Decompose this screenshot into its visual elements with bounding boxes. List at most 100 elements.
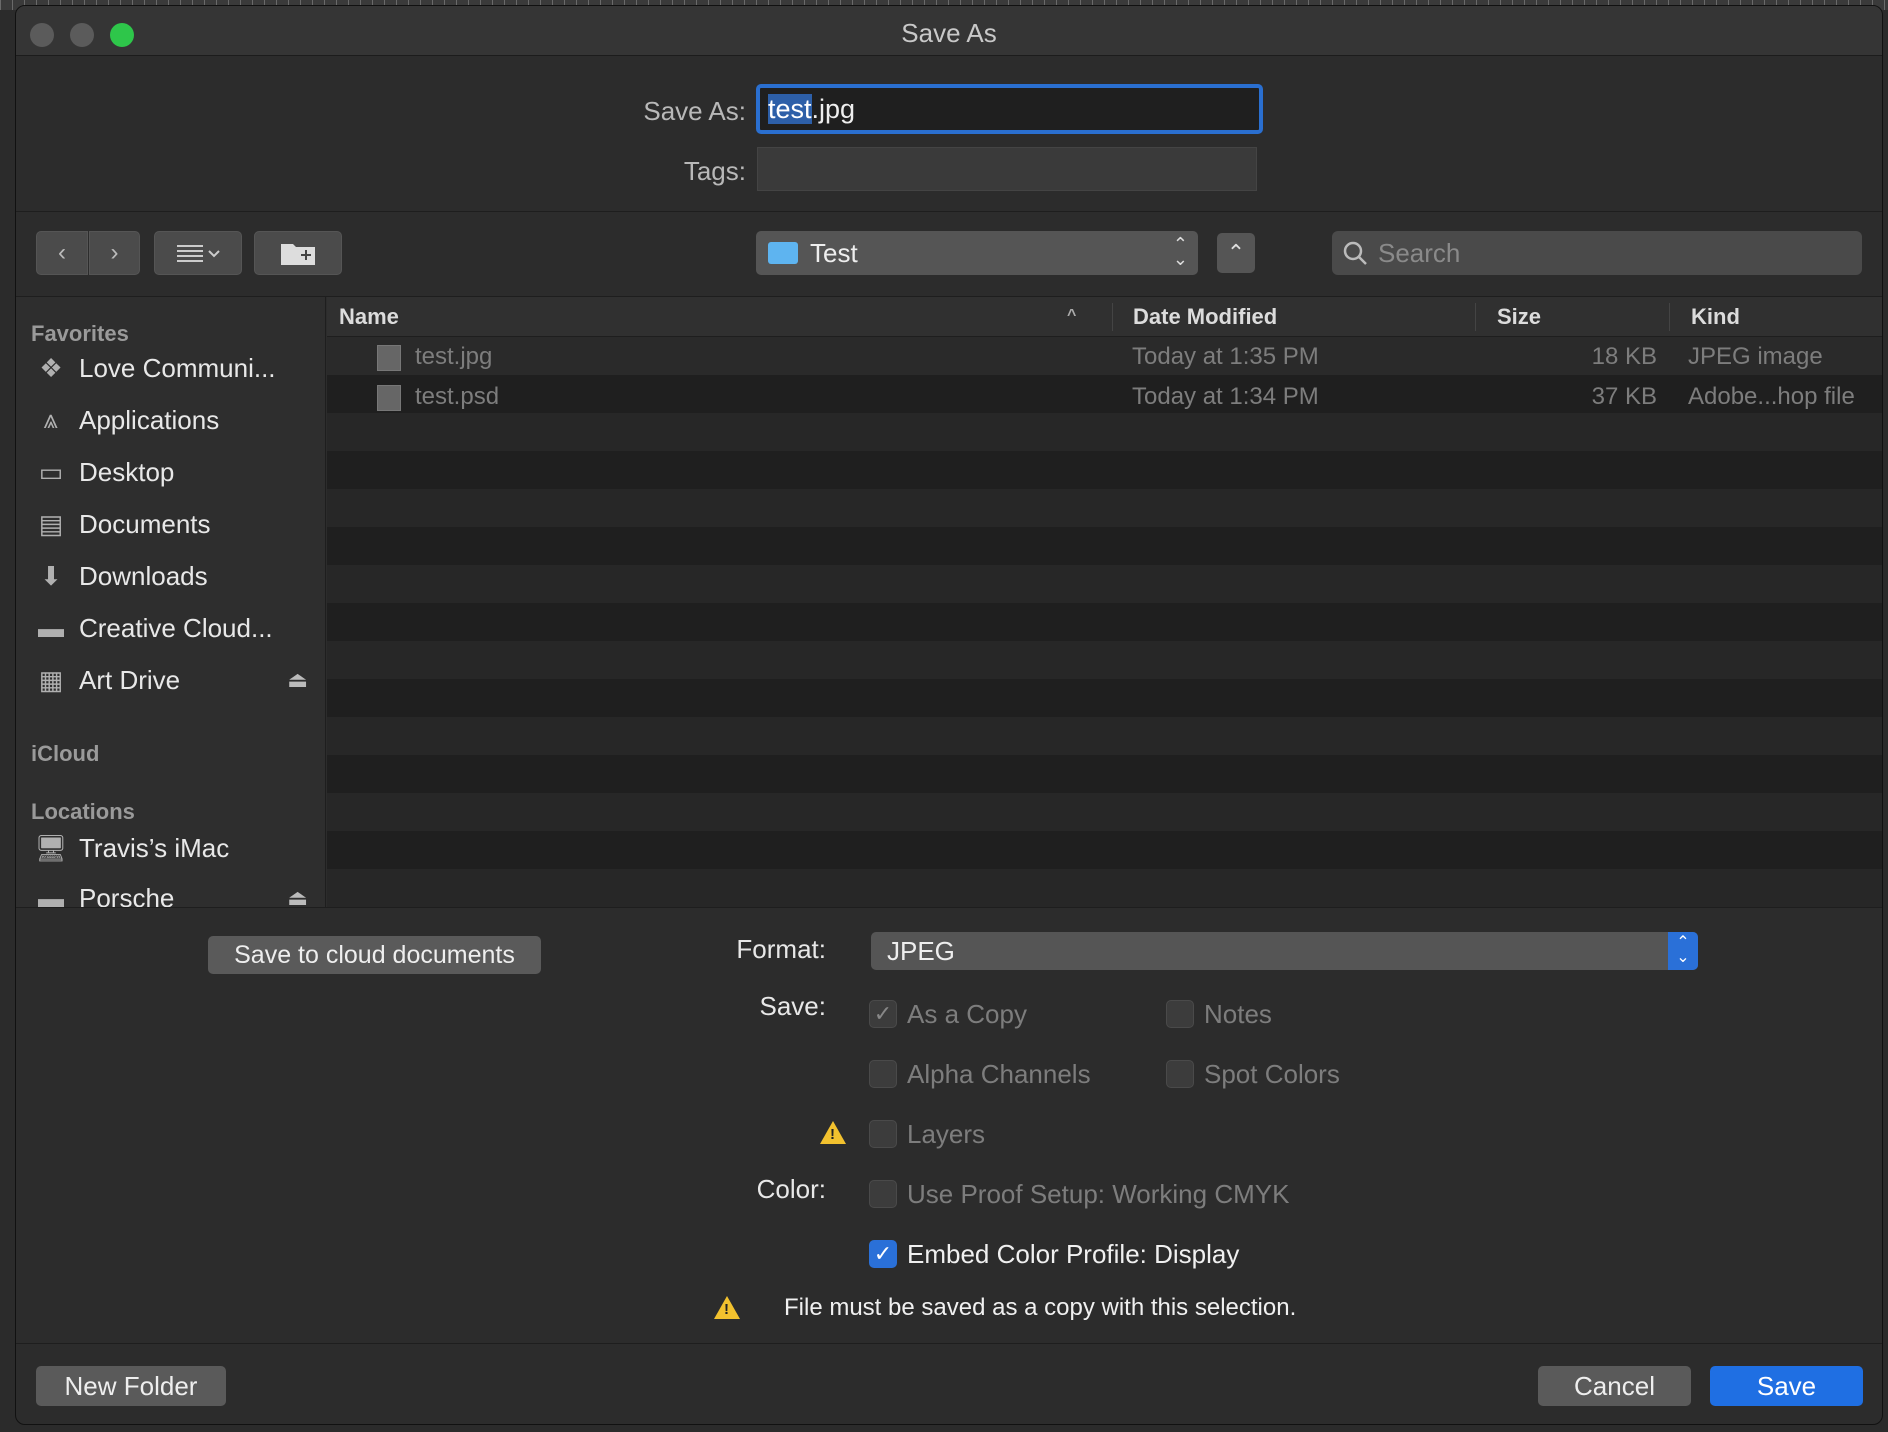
- table-row[interactable]: test.jpg Today at 1:35 PM 18 KB JPEG ima…: [327, 337, 1882, 375]
- file-icon: [377, 385, 401, 411]
- folder-icon: ▬: [38, 612, 64, 643]
- column-header-row: Name ^ Date Modified Size Kind: [327, 297, 1882, 337]
- notes-checkbox[interactable]: Notes: [1166, 998, 1272, 1030]
- option-label: Spot Colors: [1204, 1058, 1340, 1089]
- tags-input[interactable]: [757, 147, 1257, 191]
- drive-icon: ▦: [38, 664, 64, 695]
- option-label: As a Copy: [907, 998, 1027, 1029]
- format-select[interactable]: JPEG ⌃ ⌄: [871, 932, 1698, 970]
- filename-selected-text: test: [768, 94, 812, 124]
- sidebar-item-label: Downloads: [79, 560, 208, 591]
- documents-icon: ▤: [38, 508, 64, 539]
- file-icon: [377, 345, 401, 371]
- option-label: Embed Color Profile: Display: [907, 1238, 1240, 1269]
- updown-chevron-icon: ⌃ ⌄: [1668, 932, 1698, 970]
- sidebar-item-love-communi[interactable]: ❖ Love Communi...: [31, 345, 316, 391]
- title-bar: Save As: [16, 6, 1882, 56]
- sidebar-item-porsche[interactable]: ▬ Porsche ⏏: [31, 875, 316, 908]
- new-folder-toolbar-button[interactable]: [254, 231, 342, 275]
- back-button[interactable]: ‹: [36, 231, 88, 275]
- checkmark-icon: ✓: [869, 1240, 897, 1268]
- sidebar-item-label: Desktop: [79, 456, 175, 487]
- filename-input[interactable]: test.jpg: [756, 84, 1263, 134]
- alpha-channels-checkbox[interactable]: Alpha Channels: [869, 1058, 1091, 1090]
- spot-colors-checkbox[interactable]: Spot Colors: [1166, 1058, 1340, 1090]
- file-date: Today at 1:35 PM: [1132, 343, 1319, 370]
- forward-button[interactable]: ›: [89, 231, 140, 275]
- search-placeholder: Search: [1378, 237, 1461, 268]
- column-header-name[interactable]: Name: [339, 304, 399, 330]
- imac-icon: 🖥: [34, 832, 68, 863]
- sidebar-item-label: Porsche: [79, 882, 175, 908]
- downloads-icon: ⬇: [40, 560, 62, 591]
- sort-ascending-icon: ^: [1067, 307, 1077, 324]
- as-a-copy-checkbox[interactable]: ✓ As a Copy: [869, 998, 1027, 1030]
- column-header-kind[interactable]: Kind: [1691, 304, 1740, 330]
- drive-icon: ▬: [38, 882, 64, 908]
- file-name: test.jpg: [415, 343, 493, 370]
- file-date: Today at 1:34 PM: [1132, 383, 1319, 410]
- sidebar-item-label: Applications: [79, 404, 220, 435]
- file-kind: JPEG image: [1688, 343, 1823, 370]
- folder-icon: [768, 242, 798, 264]
- dropbox-icon: ❖: [39, 352, 63, 383]
- sidebar-item-documents[interactable]: ▤ Documents: [31, 501, 316, 547]
- cancel-button[interactable]: Cancel: [1538, 1366, 1691, 1406]
- list-view-icon: [177, 245, 220, 262]
- updown-chevron-icon: ⌃ ⌄: [1172, 234, 1188, 269]
- sidebar-item-art-drive[interactable]: ▦ Art Drive ⏏: [31, 657, 316, 703]
- filename-extension: .jpg: [811, 94, 856, 124]
- divider: [16, 211, 1882, 212]
- save-button[interactable]: Save: [1710, 1366, 1863, 1406]
- applications-icon: ⩓: [43, 404, 59, 434]
- sidebar-item-creative-cloud[interactable]: ▬ Creative Cloud...: [31, 605, 316, 651]
- checkmark-icon: ✓: [869, 1000, 897, 1028]
- warning-icon: !: [820, 1121, 846, 1144]
- search-field[interactable]: Search: [1332, 231, 1862, 275]
- expand-collapse-button[interactable]: ⌃: [1217, 233, 1255, 273]
- option-label: Notes: [1204, 998, 1272, 1029]
- file-size: 18 KB: [1591, 343, 1657, 370]
- file-name: test.psd: [415, 383, 500, 410]
- option-label: Layers: [907, 1118, 986, 1149]
- divider: [16, 907, 1882, 908]
- sidebar-item-downloads[interactable]: ⬇ Downloads: [31, 553, 316, 599]
- location-popup[interactable]: Test ⌃ ⌄: [756, 231, 1198, 275]
- use-proof-setup-checkbox[interactable]: Use Proof Setup: Working CMYK: [869, 1178, 1289, 1210]
- warning-message: File must be saved as a copy with this s…: [784, 1294, 1297, 1321]
- table-row[interactable]: test.psd Today at 1:34 PM 37 KB Adobe...…: [327, 377, 1882, 415]
- format-value: JPEG: [887, 936, 955, 966]
- view-options-button[interactable]: [154, 231, 242, 275]
- window-title: Save As: [901, 18, 997, 48]
- sidebar-item-label: Art Drive: [79, 664, 181, 695]
- option-label: Alpha Channels: [907, 1058, 1091, 1089]
- saveas-label: Save As:: [643, 96, 746, 126]
- new-folder-icon: [281, 244, 315, 265]
- save-dialog: Save As Save As: test.jpg Tags: ‹ › Test…: [15, 5, 1883, 1425]
- layers-checkbox[interactable]: Layers: [869, 1118, 985, 1150]
- save-label: Save:: [759, 991, 827, 1021]
- eject-icon[interactable]: ⏏: [287, 885, 308, 907]
- option-label: Use Proof Setup: Working CMYK: [907, 1178, 1290, 1209]
- column-header-size[interactable]: Size: [1497, 304, 1541, 330]
- chevron-right-icon: ›: [110, 239, 119, 266]
- column-header-date[interactable]: Date Modified: [1133, 304, 1277, 330]
- eject-icon[interactable]: ⏏: [287, 667, 308, 693]
- embed-color-profile-checkbox[interactable]: ✓ Embed Color Profile: Display: [869, 1238, 1239, 1270]
- sidebar-item-desktop[interactable]: ▭ Desktop: [31, 449, 316, 495]
- sidebar-item-label: Creative Cloud...: [79, 612, 273, 643]
- sidebar-item-label: Love Communi...: [79, 352, 276, 383]
- warning-icon: !: [714, 1296, 740, 1319]
- location-label: Test: [810, 237, 858, 268]
- sidebar-item-label: Documents: [79, 508, 211, 539]
- new-folder-button[interactable]: New Folder: [36, 1366, 226, 1406]
- desktop-icon: ▭: [38, 456, 64, 487]
- save-to-cloud-button[interactable]: Save to cloud documents: [208, 936, 541, 974]
- file-list: Name ^ Date Modified Size Kind test.jpg …: [327, 297, 1882, 907]
- format-label: Format:: [736, 934, 826, 964]
- file-size: 37 KB: [1591, 383, 1657, 410]
- chevron-left-icon: ‹: [58, 239, 66, 266]
- sidebar-item-travis-imac[interactable]: 🖥 Travis’s iMac: [31, 825, 316, 871]
- sidebar-item-applications[interactable]: ⩓ Applications: [31, 397, 316, 443]
- sidebar: Favorites ❖ Love Communi... ⩓ Applications…: [16, 297, 326, 907]
